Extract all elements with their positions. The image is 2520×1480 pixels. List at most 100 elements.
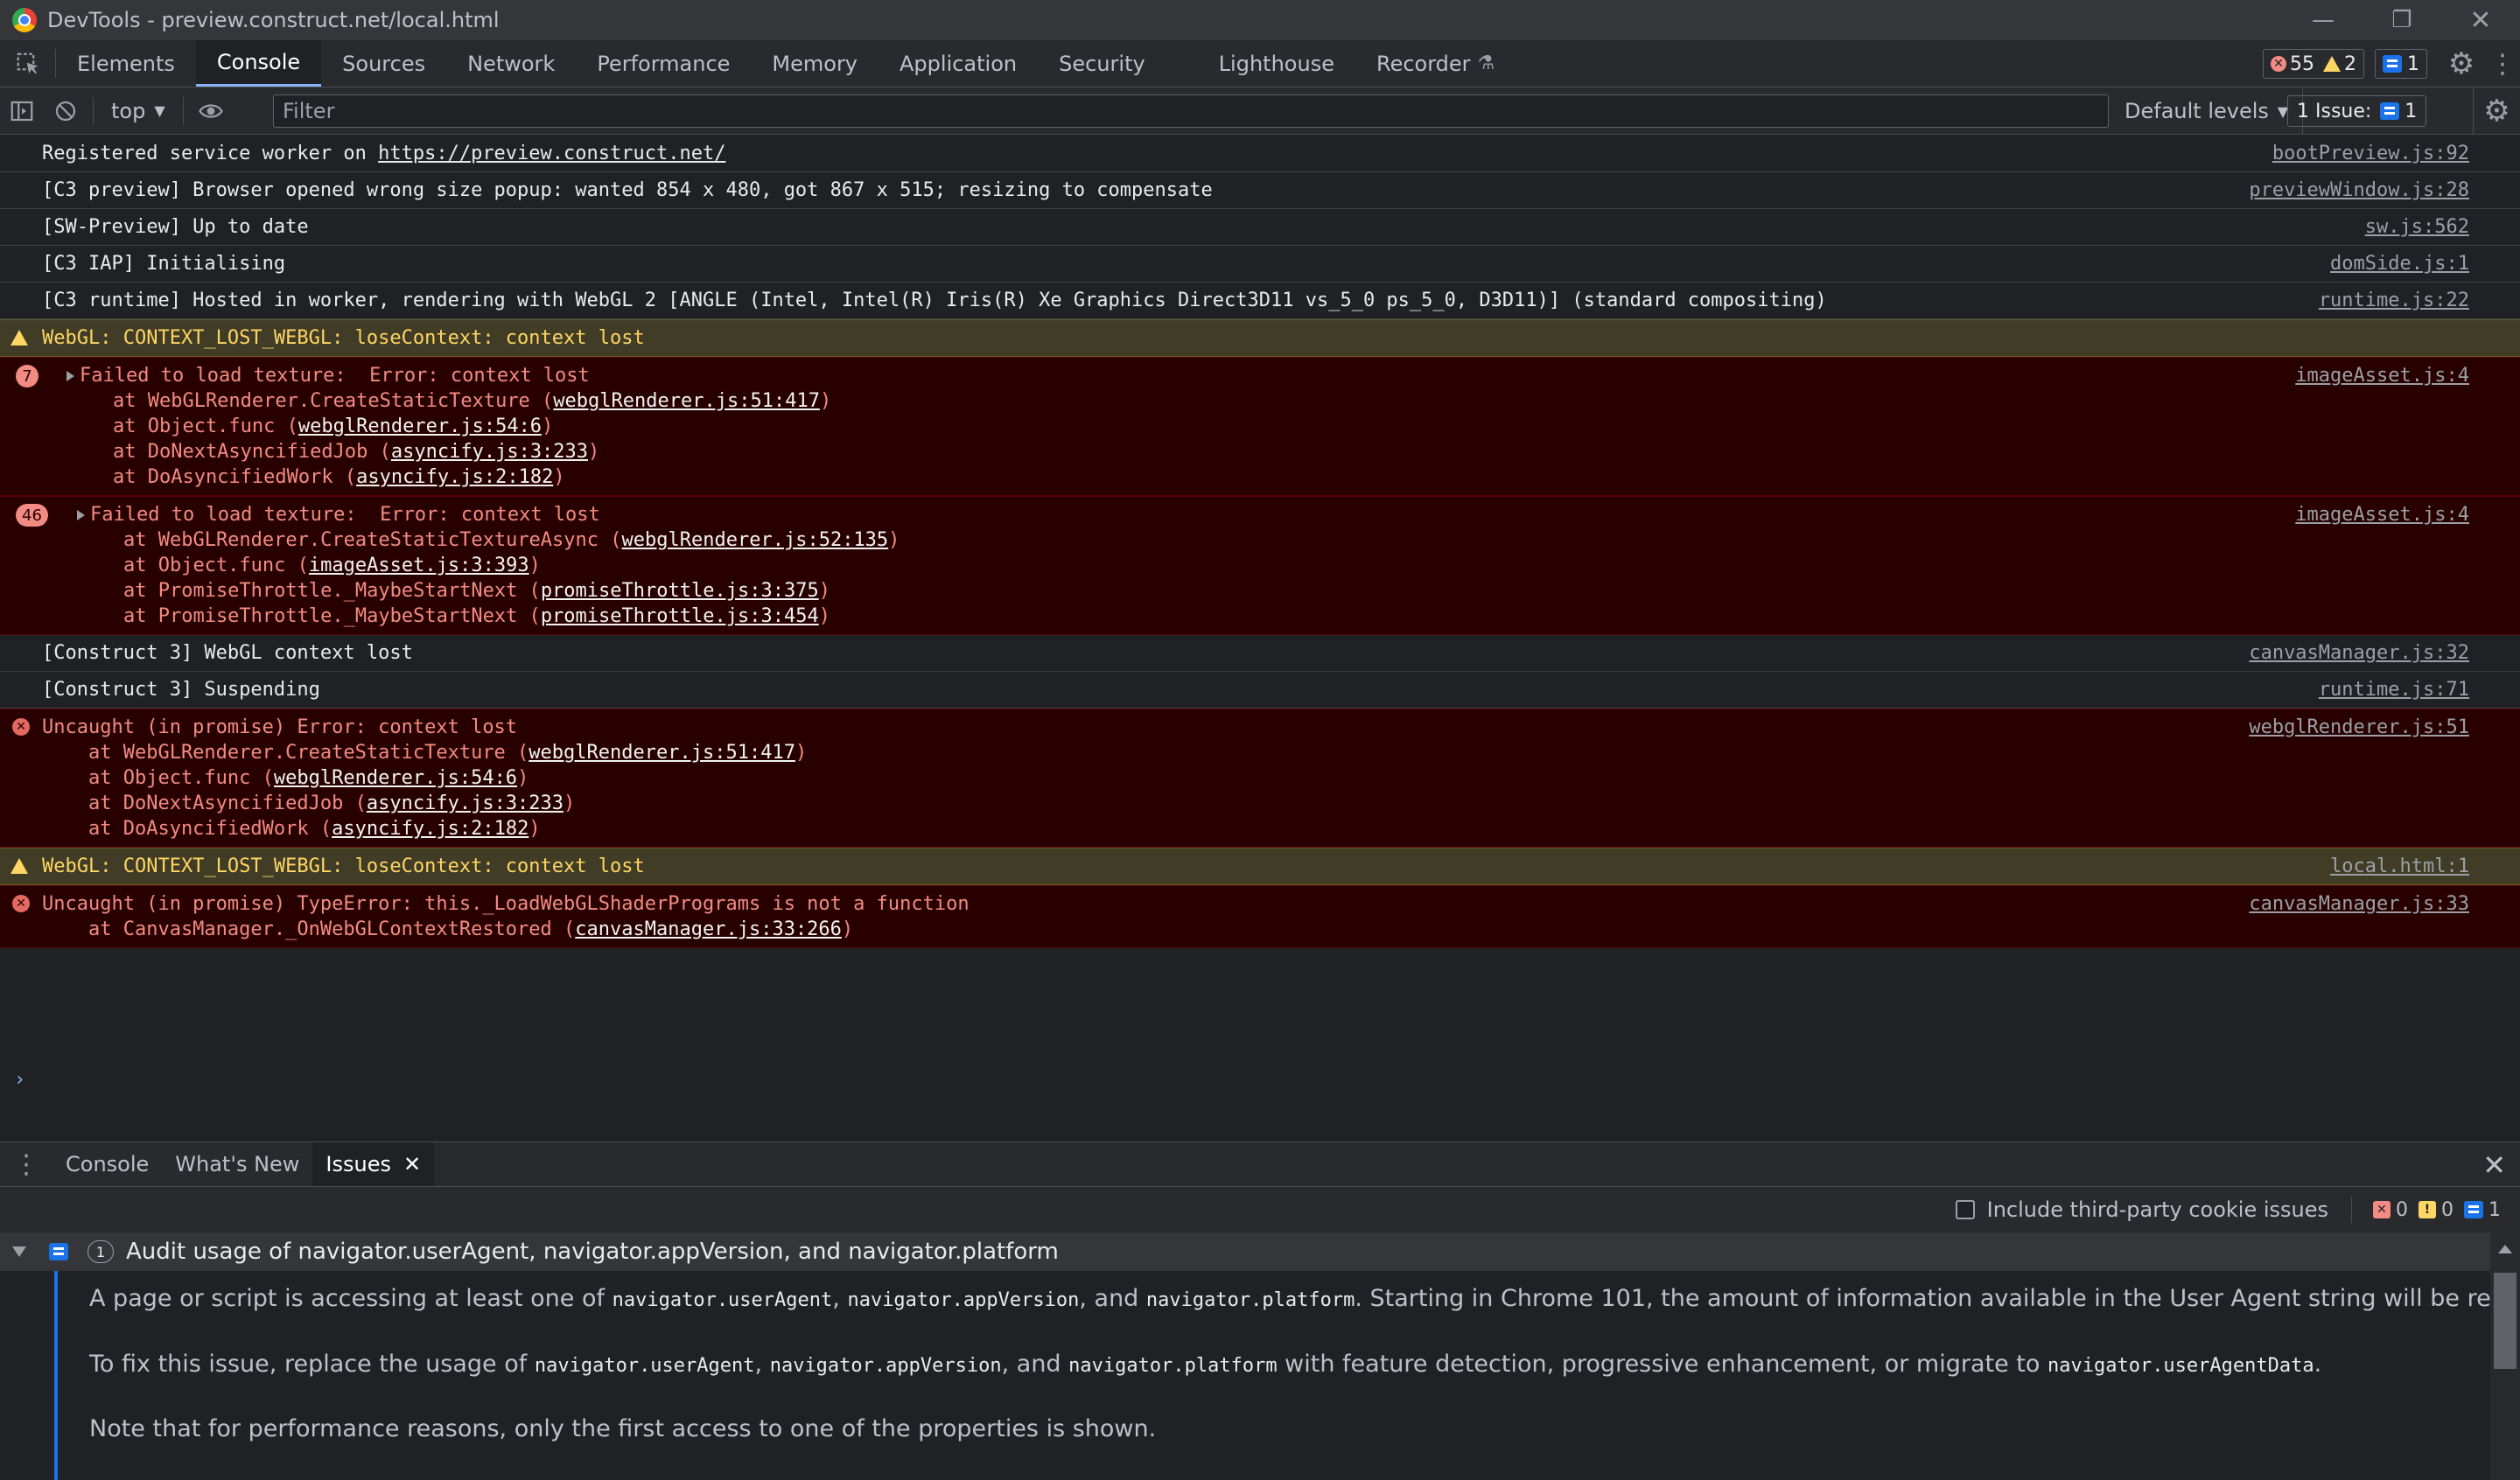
drawer-tab-whats-new[interactable]: What's New (162, 1142, 312, 1186)
tab-console[interactable]: Console (195, 40, 322, 87)
issue-header[interactable]: 1 Audit usage of navigator.userAgent, na… (0, 1232, 2520, 1271)
minimize-button[interactable]: — (2284, 0, 2362, 40)
console-counters-button[interactable]: ✕ 55 2 (2263, 49, 2364, 79)
frame-link[interactable]: webglRenderer.js:51:417 (528, 742, 795, 764)
clear-console-button[interactable] (44, 87, 88, 135)
context-selector[interactable]: top ▼ (99, 99, 178, 123)
console-prompt[interactable]: › (14, 1069, 25, 1091)
collapse-arrow-icon[interactable] (12, 1246, 26, 1257)
frame-link[interactable]: asyncify.js:2:182 (356, 466, 553, 488)
frame-link[interactable]: canvasManager.js:33:266 (575, 918, 842, 940)
frame-link[interactable]: webglRenderer.js:52:135 (622, 529, 889, 551)
expand-triangle-icon[interactable] (66, 371, 74, 381)
frame-link[interactable]: webglRenderer.js:54:6 (298, 415, 542, 437)
source-link[interactable]: domSide.js:1 (2330, 251, 2469, 276)
source-link[interactable]: bootPreview.js:92 (2272, 141, 2469, 166)
tab-memory[interactable]: Memory (751, 40, 878, 87)
tab-network[interactable]: Network (446, 40, 576, 87)
tab-elements[interactable]: Elements (56, 40, 196, 87)
error-icon: ✕ (2373, 1201, 2390, 1218)
source-link[interactable]: canvasManager.js:32 (2249, 640, 2469, 666)
third-party-checkbox[interactable] (1955, 1200, 1975, 1219)
restore-button[interactable]: ❐ (2362, 0, 2441, 40)
stack-frame: at DoAsyncifiedWork (asyncify.js:2:182) (66, 464, 2469, 490)
frame-link[interactable]: asyncify.js:3:233 (391, 441, 588, 463)
frame-text: ) (819, 390, 832, 412)
filter-input[interactable] (273, 94, 2109, 128)
frame-link[interactable]: promiseThrottle.js:3:375 (541, 580, 819, 602)
console-settings-gear-icon[interactable]: ⚙ (2473, 87, 2520, 135)
issues-counter-button[interactable]: 1 (2375, 49, 2427, 79)
log-levels-label: Default levels (2124, 99, 2269, 123)
issue-paragraph: A page or script is accessing at least o… (89, 1283, 2520, 1316)
log-levels-dropdown[interactable]: Default levels ▼ (2110, 87, 2304, 135)
tab-sources[interactable]: Sources (321, 40, 446, 87)
live-expression-button[interactable] (189, 87, 233, 135)
console-message: [Construct 3] WebGL context lost canvasMa… (0, 635, 2520, 672)
source-link[interactable]: imageAsset.js:4 (2295, 502, 2469, 527)
inspect-element-button[interactable] (0, 49, 56, 78)
message-link[interactable]: https://preview.construct.net/ (378, 143, 725, 164)
frame-text: ) (818, 580, 830, 602)
frame-link[interactable]: webglRenderer.js:51:417 (553, 390, 820, 412)
close-drawer-icon[interactable]: ✕ (2482, 1142, 2506, 1188)
frame-text: at PromiseThrottle._MaybeStartNext ( (77, 580, 541, 602)
issue-icon (2380, 102, 2400, 120)
console-error[interactable]: 7 Failed to load texture: Error: context … (0, 357, 2520, 496)
issue-code: navigator.appVersion (769, 1355, 1002, 1377)
close-tab-icon[interactable]: ✕ (403, 1152, 421, 1176)
drawer-tab-issues-label: Issues (326, 1152, 391, 1176)
source-link[interactable]: runtime.js:22 (2319, 288, 2469, 313)
console-error[interactable]: 46 Failed to load texture: Error: context… (0, 496, 2520, 635)
tab-security[interactable]: Security (1038, 40, 1166, 87)
drawer-tab-issues[interactable]: Issues ✕ (312, 1142, 435, 1186)
tab-performance[interactable]: Performance (576, 40, 751, 87)
tab-recorder[interactable]: Recorder ⚗ (1355, 40, 1516, 87)
close-window-button[interactable]: ✕ (2441, 0, 2520, 40)
drawer-tab-console[interactable]: Console (52, 1142, 162, 1186)
count-value: 0 (2441, 1198, 2454, 1221)
issues-scrollbar[interactable] (2490, 1232, 2520, 1480)
stack-frame: at Object.func (imageAsset.js:3:393) (77, 553, 2469, 578)
issue-code: navigator.appVersion (847, 1289, 1080, 1311)
stack-frame: at CanvasManager._OnWebGLContextRestored… (42, 917, 2469, 942)
console-message: [C3 IAP] Initialising domSide.js:1 (0, 246, 2520, 283)
source-link[interactable]: webglRenderer.js:51 (2249, 715, 2469, 740)
scroll-up-arrow-icon[interactable] (2498, 1245, 2512, 1253)
console-message: [Construct 3] Suspending runtime.js:71 (0, 672, 2520, 709)
frame-link[interactable]: webglRenderer.js:54:6 (274, 767, 517, 789)
settings-gear-icon[interactable]: ⚙ (2438, 40, 2485, 87)
console-error: ✕ Uncaught (in promise) TypeError: this._… (0, 885, 2520, 948)
tab-lighthouse[interactable]: Lighthouse (1198, 40, 1355, 87)
frame-link[interactable]: asyncify.js:2:182 (332, 818, 528, 840)
issue-code: navigator.userAgent (612, 1289, 833, 1311)
console-toolbar: top ▼ Default levels ▼ 1 Issue: 1 ⚙ (0, 87, 2520, 135)
source-link[interactable]: sw.js:562 (2365, 214, 2469, 240)
frame-text: at Object.func ( (66, 415, 298, 437)
warning-icon (2323, 56, 2341, 72)
stack-frame: at Object.func (webglRenderer.js:54:6) (42, 765, 2469, 791)
expand-triangle-icon[interactable] (77, 510, 85, 520)
frame-link[interactable]: asyncify.js:3:233 (367, 792, 564, 814)
issues-count-button[interactable]: 1 Issue: 1 (2287, 95, 2427, 127)
drawer-menu-icon[interactable]: ⋮ (0, 1142, 52, 1186)
stack-frame: at Object.func (webglRenderer.js:54:6) (66, 414, 2469, 439)
source-link[interactable]: imageAsset.js:4 (2295, 363, 2469, 388)
stack-frame: at WebGLRenderer.CreateStaticTexture (we… (66, 388, 2469, 414)
source-link[interactable]: runtime.js:71 (2319, 677, 2469, 702)
source-link[interactable]: previewWindow.js:28 (2249, 178, 2469, 203)
source-link[interactable]: canvasManager.js:33 (2249, 891, 2469, 917)
frame-text: at CanvasManager._OnWebGLContextRestored… (42, 918, 576, 940)
window-title: DevTools - preview.construct.net/local.h… (47, 8, 500, 32)
tab-application[interactable]: Application (878, 40, 1038, 87)
stack-frame: at DoNextAsyncifiedJob (asyncify.js:3:23… (66, 439, 2469, 464)
frame-link[interactable]: imageAsset.js:3:393 (309, 555, 529, 576)
frame-link[interactable]: promiseThrottle.js:3:454 (541, 605, 819, 627)
issue-icon (2383, 55, 2402, 73)
sidebar-toggle-button[interactable] (0, 87, 44, 135)
context-label: top (111, 98, 146, 123)
more-options-icon[interactable]: ⋮ (2485, 40, 2520, 87)
issues-count-value: 1 (2404, 100, 2418, 122)
source-link[interactable]: local.html:1 (2330, 854, 2469, 879)
scrollbar-thumb[interactable] (2494, 1273, 2516, 1369)
